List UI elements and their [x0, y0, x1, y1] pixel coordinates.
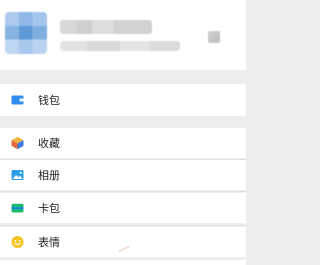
- menu-item-label: 表情: [38, 236, 60, 249]
- menu-item-label: 钱包: [38, 94, 60, 107]
- menu-item-card-pack[interactable]: 卡包: [0, 193, 246, 223]
- menu-item-label: 收藏: [38, 137, 60, 150]
- divider: [0, 225, 246, 226]
- wallet-icon: [10, 93, 25, 108]
- profile-name-blurred: [60, 20, 152, 34]
- divider: [0, 191, 246, 192]
- next-section-partial: [0, 260, 246, 265]
- qr-code-icon[interactable]: [208, 31, 220, 43]
- menu-item-album[interactable]: 相册: [0, 160, 246, 190]
- menu-item-favorites[interactable]: 收藏: [0, 128, 246, 158]
- sticker-smile-icon: [10, 235, 25, 250]
- wechat-me-screen: 钱包 收藏 相册 卡包 表情: [0, 0, 246, 265]
- profile-id-blurred: [60, 41, 180, 51]
- avatar[interactable]: [5, 12, 47, 54]
- menu-item-label: 相册: [38, 169, 60, 182]
- menu-item-label: 卡包: [38, 202, 60, 215]
- favorites-cube-icon: [10, 136, 25, 151]
- profile-card[interactable]: [0, 0, 246, 70]
- menu-item-stickers[interactable]: 表情: [0, 227, 246, 257]
- menu-item-wallet[interactable]: 钱包: [0, 84, 246, 116]
- album-photo-icon: [10, 168, 25, 183]
- card-pack-icon: [10, 201, 25, 216]
